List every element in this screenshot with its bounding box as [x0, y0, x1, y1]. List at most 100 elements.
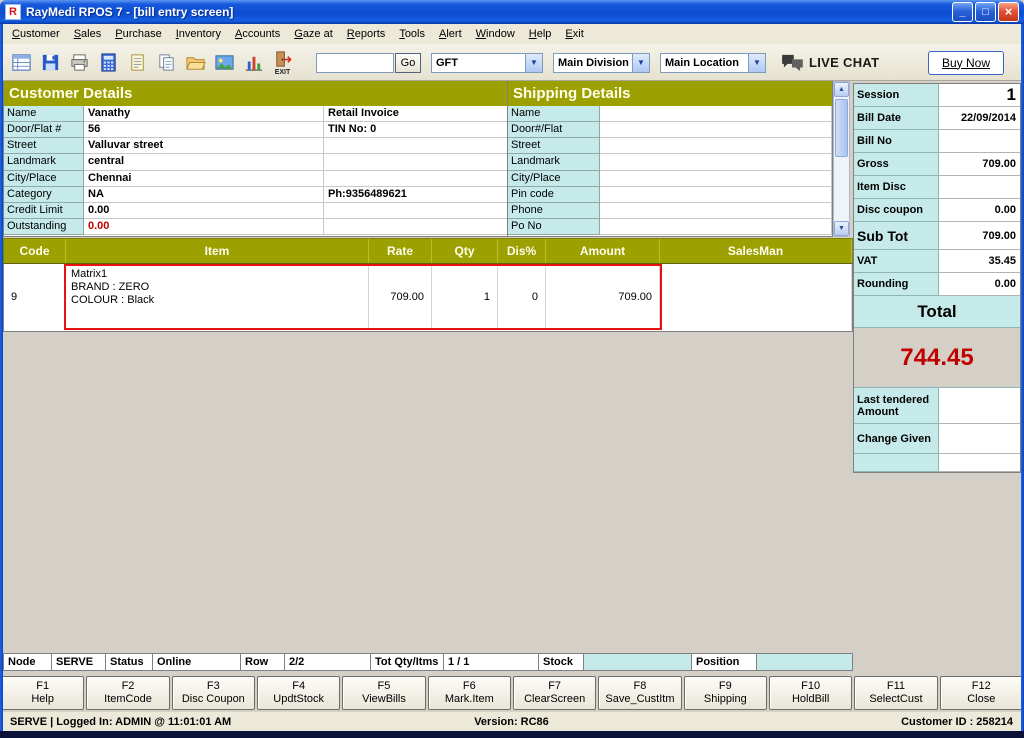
- summary-row-item-disc: Item Disc: [854, 176, 1020, 199]
- f2-itemcode-button[interactable]: F2 ItemCode: [86, 676, 170, 710]
- status-totqty-label: Tot Qty/Itms: [371, 654, 444, 670]
- column-header-item: Item: [66, 239, 369, 263]
- field-value[interactable]: 56: [84, 122, 324, 139]
- invoice-icon[interactable]: [8, 47, 35, 79]
- f12-close-button[interactable]: F12 Close: [939, 676, 1023, 710]
- menu-tools[interactable]: Tools: [392, 25, 432, 43]
- menu-accounts[interactable]: Accounts: [228, 25, 287, 43]
- field-label: Category: [4, 186, 84, 203]
- menu-sales[interactable]: Sales: [67, 25, 109, 43]
- f9-shipping-button[interactable]: F9 Shipping: [683, 676, 767, 710]
- company-dropdown[interactable]: GFT ▼: [431, 52, 543, 73]
- menu-help[interactable]: Help: [522, 25, 559, 43]
- maximize-button[interactable]: □: [975, 2, 996, 22]
- fkey-key: F4: [292, 680, 306, 692]
- field-value[interactable]: [600, 170, 832, 187]
- location-dropdown[interactable]: Main Location ▼: [660, 52, 766, 73]
- scroll-down-button[interactable]: ▼: [834, 221, 849, 236]
- f3-disc-coupon-button[interactable]: F3 Disc Coupon: [171, 676, 255, 710]
- f6-mark-item-button[interactable]: F6 Mark.Item: [427, 676, 511, 710]
- chart-icon[interactable]: [240, 47, 267, 79]
- menu-customer[interactable]: Customer: [5, 25, 67, 43]
- f10-holdbill-button[interactable]: F10 HoldBill: [768, 676, 853, 710]
- menu-reports[interactable]: Reports: [340, 25, 393, 43]
- f7-clearscreen-button[interactable]: F7 ClearScreen: [512, 676, 597, 710]
- scroll-thumb[interactable]: [835, 99, 848, 157]
- minimize-button[interactable]: _: [952, 2, 973, 22]
- field-value[interactable]: [600, 186, 832, 203]
- field-value[interactable]: [600, 218, 832, 235]
- go-button[interactable]: Go: [395, 52, 421, 73]
- buy-now-button[interactable]: Buy Now: [927, 50, 1004, 75]
- menu-exit[interactable]: Exit: [558, 25, 590, 43]
- field-value[interactable]: [600, 202, 832, 219]
- item-qty-cell: 1: [432, 264, 498, 330]
- summary-row-sub-tot: Sub Tot 709.00: [854, 222, 1020, 250]
- close-button[interactable]: ×: [998, 2, 1019, 22]
- shipping-details-title: Shipping Details: [508, 81, 832, 106]
- menu-purchase[interactable]: Purchase: [108, 25, 168, 43]
- notepad-icon[interactable]: [124, 47, 151, 79]
- field-value[interactable]: NA: [84, 186, 324, 203]
- exit-icon[interactable]: EXIT: [269, 47, 296, 79]
- field-value[interactable]: Vanathy: [84, 106, 324, 123]
- item-brand: BRAND : ZERO: [71, 281, 150, 293]
- vertical-scrollbar[interactable]: ▲ ▼: [833, 81, 850, 237]
- field-value-2[interactable]: [324, 203, 507, 219]
- documents-icon[interactable]: [153, 47, 180, 79]
- status-status-label: Status: [106, 654, 153, 670]
- customer-row-outstanding: Outstanding 0.00: [4, 218, 507, 235]
- field-value[interactable]: Chennai: [84, 170, 324, 187]
- live-chat-button[interactable]: LIVE CHAT: [780, 54, 879, 72]
- summary-label: Item Disc: [854, 176, 939, 199]
- save-icon[interactable]: [37, 47, 64, 79]
- chevron-down-icon[interactable]: ▼: [632, 53, 649, 72]
- field-value-2[interactable]: TIN No: 0: [324, 122, 507, 139]
- menu-gaze-at[interactable]: Gaze at: [287, 25, 340, 43]
- photo-icon[interactable]: [211, 47, 238, 79]
- field-value[interactable]: 0.00: [84, 218, 324, 235]
- summary-row-disc-coupon: Disc coupon 0.00: [854, 199, 1020, 222]
- menu-alert[interactable]: Alert: [432, 25, 469, 43]
- f11-selectcust-button[interactable]: F11 SelectCust: [854, 676, 938, 710]
- folder-open-icon[interactable]: [182, 47, 209, 79]
- field-value-2[interactable]: [324, 138, 507, 155]
- scroll-up-button[interactable]: ▲: [834, 82, 849, 97]
- column-header-dis: Dis%: [498, 239, 546, 263]
- field-value[interactable]: [600, 138, 832, 155]
- search-input[interactable]: [316, 52, 394, 73]
- field-label: Door/Flat #: [4, 122, 84, 139]
- chevron-down-icon[interactable]: ▼: [748, 53, 765, 72]
- field-value[interactable]: central: [84, 154, 324, 171]
- app-window: R RayMedi RPOS 7 - [bill entry screen] _…: [0, 0, 1024, 738]
- menu-window[interactable]: Window: [469, 25, 522, 43]
- fkey-label: HoldBill: [791, 693, 830, 705]
- chevron-down-icon[interactable]: ▼: [525, 53, 542, 72]
- field-value[interactable]: 0.00: [84, 202, 324, 219]
- chat-bubble-icon: [782, 54, 803, 71]
- field-label: Street: [508, 138, 600, 155]
- f4-updtstock-button[interactable]: F4 UpdtStock: [256, 676, 341, 710]
- menu-inventory[interactable]: Inventory: [169, 25, 228, 43]
- field-value-2[interactable]: [324, 219, 507, 235]
- column-header-salesman: SalesMan: [660, 239, 852, 263]
- division-dropdown[interactable]: Main Division ▼: [553, 52, 650, 73]
- field-value-2[interactable]: [324, 154, 507, 171]
- field-value-2[interactable]: Retail Invoice: [324, 106, 507, 123]
- printer-icon[interactable]: [66, 47, 93, 79]
- field-value[interactable]: [600, 154, 832, 171]
- f5-viewbills-button[interactable]: F5 ViewBills: [342, 676, 426, 710]
- field-value[interactable]: [600, 106, 832, 123]
- item-row-selected[interactable]: 9 Matrix1 BRAND : ZERO COLOUR : Black 70…: [4, 264, 852, 330]
- field-value-2[interactable]: Ph:9356489621: [324, 187, 507, 203]
- calculator-icon[interactable]: [95, 47, 122, 79]
- field-value[interactable]: Valluvar street: [84, 138, 324, 155]
- f8-save-custitm-button[interactable]: F8 Save_CustItm: [598, 676, 682, 710]
- fkey-key: F7: [548, 680, 562, 692]
- items-table-body: 9 Matrix1 BRAND : ZERO COLOUR : Black 70…: [3, 264, 853, 332]
- field-value[interactable]: [600, 122, 832, 139]
- fkey-key: F1: [36, 680, 50, 692]
- field-value-2[interactable]: [324, 171, 507, 187]
- bill-summary-panel: Session 1 Bill Date 22/09/2014 Bill No G…: [853, 83, 1021, 473]
- f1-help-button[interactable]: F1 Help: [1, 676, 85, 710]
